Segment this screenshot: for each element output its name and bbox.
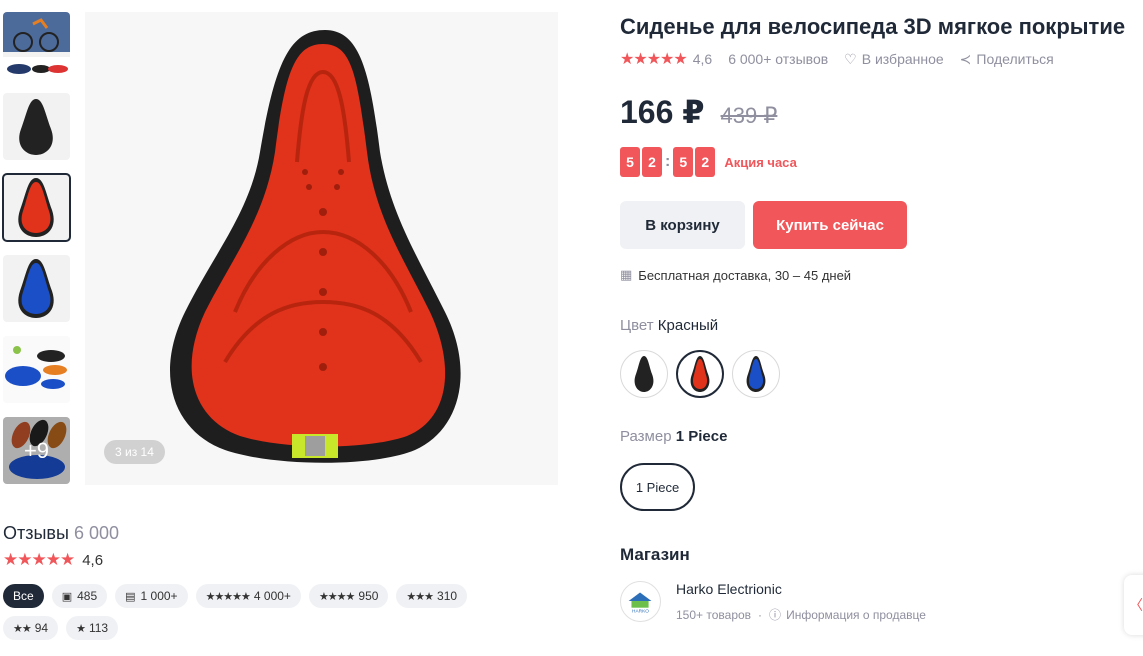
seat-image (170, 30, 461, 463)
store-logo[interactable]: HARKO (620, 581, 661, 622)
delivery-text: Бесплатная доставка, 30 – 45 дней (638, 267, 852, 283)
filter-1-star[interactable]: ★ 113 (66, 616, 119, 640)
filter-3-stars[interactable]: ★★★ 310 (396, 584, 468, 608)
timer-digit: 5 (620, 147, 640, 177)
size-option[interactable]: 1 Piece (620, 463, 695, 511)
filter-5-stars[interactable]: ★★★★★ 4 000+ (195, 584, 301, 608)
reviews-title: Отзывы (3, 523, 69, 543)
old-price: 439 ₽ (720, 103, 778, 128)
reviews-rating: ★★★★★ 4,6 (3, 550, 563, 570)
timer-digit: 2 (695, 147, 716, 177)
store-card: HARKO Harko Electrionic 150+ товаров · ⓘ… (620, 581, 1143, 623)
main-product-image[interactable]: 3 из 14 (85, 12, 558, 485)
thumbnail-list: +9 (2, 12, 71, 498)
comment-icon: ▤ (125, 590, 136, 603)
chevron-left-icon: 〈 (1129, 597, 1143, 613)
product-title: Сиденье для велосипеда 3D мягкое покрыти… (620, 14, 1126, 39)
two-stars-icon: ★★ (13, 622, 32, 635)
filter-photos-count: 485 (77, 589, 98, 603)
size-value: 1 Piece (675, 428, 728, 445)
reviews-count: 6 000 (73, 523, 119, 543)
color-value: Красный (657, 317, 719, 334)
three-stars-icon: ★★★ (406, 590, 434, 603)
filter-2-count: 94 (34, 621, 49, 635)
filter-1-count: 113 (88, 621, 109, 635)
calendar-icon: ▦ (620, 267, 633, 282)
promo-label: Акция часа (724, 154, 797, 170)
size-label-text: Размер (620, 428, 672, 445)
filter-comments-count: 1 000+ (140, 589, 178, 603)
product-meta: ★★★★★ 4,6 6 000+ отзывов ♡ В избранное ≺… (620, 49, 1143, 69)
color-label: Цвет Красный (620, 317, 1143, 334)
filter-photos[interactable]: ▣ 485 (51, 584, 108, 608)
info-icon: ⓘ (769, 608, 782, 622)
rating-stars: ★★★★★ (3, 550, 75, 569)
store-name[interactable]: Harko Electrionic (676, 581, 926, 597)
share-label: Поделиться (976, 51, 1054, 67)
heart-icon: ♡ (844, 50, 857, 67)
timer-digit: 2 (642, 147, 662, 177)
thumbnail-2[interactable] (3, 93, 70, 160)
favorite-label: В избранное (861, 51, 944, 67)
filter-5-count: 4 000+ (253, 589, 291, 603)
thumbnail-4[interactable] (3, 255, 70, 322)
current-price: 166 ₽ (620, 94, 705, 130)
color-swatches (620, 350, 1143, 398)
seller-info-link[interactable]: Информация о продавце (786, 608, 926, 622)
timer-digit: 5 (673, 147, 694, 177)
one-star-icon: ★ (76, 622, 86, 635)
filter-all[interactable]: Все (3, 584, 44, 608)
store-info: Harko Electrionic 150+ товаров · ⓘ Инфор… (676, 581, 926, 623)
size-label: Размер 1 Piece (620, 428, 1143, 445)
store-logo-text: HARKO (632, 608, 649, 614)
filter-4-count: 950 (358, 589, 379, 603)
dot-separator: · (758, 607, 763, 622)
add-to-cart-button[interactable]: В корзину (620, 201, 745, 249)
store-section-title: Магазин (620, 545, 690, 564)
reviews-rating-value: 4,6 (82, 551, 104, 569)
color-swatch-blue[interactable] (732, 350, 780, 398)
filter-3-count: 310 (437, 589, 458, 603)
image-counter: 3 из 14 (104, 440, 165, 464)
share-icon: ≺ (959, 50, 972, 67)
four-stars-icon: ★★★★ (318, 590, 355, 603)
action-buttons: В корзину Купить сейчас (620, 201, 1143, 249)
thumbnail-5[interactable] (3, 336, 70, 403)
rating-stars: ★★★★★ (620, 51, 688, 68)
more-count: +9 (3, 417, 70, 484)
color-label-text: Цвет (620, 317, 654, 334)
filter-2-stars[interactable]: ★★ 94 (3, 616, 59, 640)
favorite-button[interactable]: ♡ В избранное (844, 51, 944, 68)
color-swatch-red[interactable] (676, 350, 724, 398)
color-swatch-black[interactable] (620, 350, 668, 398)
buy-now-button[interactable]: Купить сейчас (753, 201, 907, 249)
product-info: Сиденье для велосипеда 3D мягкое покрыти… (620, 14, 1143, 623)
rating-value: 4,6 (692, 51, 713, 67)
timer-separator: : (665, 153, 671, 170)
reviews-heading: Отзывы 6 000 (3, 523, 563, 544)
five-stars-icon: ★★★★★ (205, 590, 251, 603)
image-icon: ▣ (61, 590, 73, 603)
filter-4-stars[interactable]: ★★★★ 950 (308, 584, 389, 608)
store-details: 150+ товаров · ⓘ Информация о продавце (676, 606, 926, 623)
price-block: 166 ₽ 439 ₽ (620, 93, 1143, 131)
side-panel-tab[interactable]: 〈 (1124, 575, 1143, 635)
thumbnail-1[interactable] (3, 12, 70, 79)
review-filters: Все ▣ 485 ▤ 1 000+ ★★★★★ 4 000+ ★★★★ 950… (3, 584, 483, 648)
share-button[interactable]: ≺ Поделиться (960, 51, 1054, 68)
store-items-count[interactable]: 150+ товаров (676, 608, 751, 622)
filter-comments[interactable]: ▤ 1 000+ (115, 584, 188, 608)
delivery-info: ▦ Бесплатная доставка, 30 – 45 дней (620, 267, 1143, 283)
thumbnail-3[interactable] (2, 173, 71, 242)
thumbnail-more[interactable]: +9 (3, 417, 70, 484)
reviews-section: Отзывы 6 000 ★★★★★ 4,6 Все ▣ 485 ▤ 1 000… (3, 523, 563, 648)
reviews-link[interactable]: 6 000+ отзывов (728, 51, 828, 67)
promo-timer: 5 2 : 5 2 Акция часа (620, 147, 1143, 177)
